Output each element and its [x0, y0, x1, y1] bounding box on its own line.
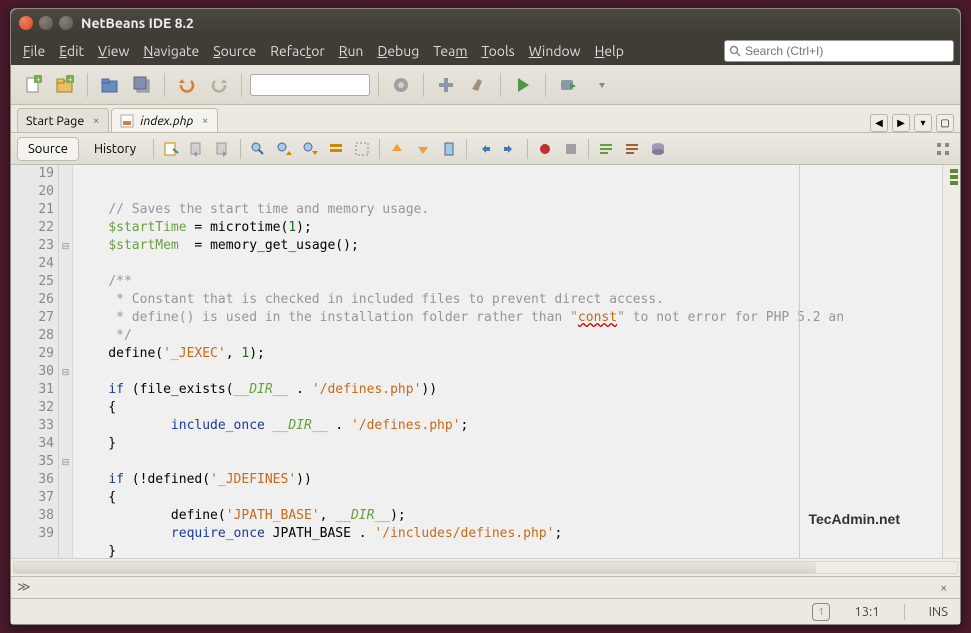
- find-selection-button[interactable]: [247, 138, 269, 160]
- close-tab-icon[interactable]: ×: [90, 115, 102, 127]
- tab-scroll-left-button[interactable]: ◀: [870, 114, 888, 132]
- tab-scroll-right-button[interactable]: ▶: [892, 114, 910, 132]
- app-title: NetBeans IDE 8.2: [81, 15, 194, 31]
- comment-button[interactable]: [595, 138, 617, 160]
- macro-stop-button[interactable]: [560, 138, 582, 160]
- breadcrumb-icon[interactable]: ≫: [17, 580, 31, 595]
- insert-mode[interactable]: INS: [929, 605, 948, 619]
- right-margin-line: [799, 165, 800, 558]
- menu-edit[interactable]: Edit: [53, 39, 90, 63]
- app-window: NetBeans IDE 8.2 File Edit View Navigate…: [10, 8, 961, 625]
- source-view-tab[interactable]: Source: [17, 137, 79, 161]
- toggle-bookmark-button[interactable]: [438, 138, 460, 160]
- menu-file[interactable]: File: [17, 39, 51, 63]
- fold-gutter[interactable]: ⊟⊟⊟: [59, 165, 73, 558]
- config-combo[interactable]: [250, 74, 370, 96]
- menu-refactor[interactable]: Refactor: [264, 39, 330, 63]
- titlebar: NetBeans IDE 8.2: [11, 9, 960, 37]
- horizontal-scroll-row: [11, 558, 960, 576]
- editor-area: 1920212223242526272829303132333435363738…: [11, 165, 960, 558]
- shift-left-button[interactable]: [473, 138, 495, 160]
- scrollbar-thumb[interactable]: [14, 562, 816, 573]
- code-editor[interactable]: // Saves the start time and memory usage…: [73, 165, 960, 558]
- tab-label: index.php: [140, 114, 193, 128]
- tab-maximize-button[interactable]: ▢: [936, 114, 954, 132]
- profile-project-button[interactable]: [588, 71, 616, 99]
- menu-source[interactable]: Source: [207, 39, 262, 63]
- uncomment-button[interactable]: [621, 138, 643, 160]
- menu-navigate[interactable]: Navigate: [137, 39, 205, 63]
- new-project-button[interactable]: +: [51, 71, 79, 99]
- menu-debug[interactable]: Debug: [371, 39, 425, 63]
- build-button[interactable]: [387, 71, 415, 99]
- find-next-button[interactable]: [299, 138, 321, 160]
- go-to-type-button[interactable]: [647, 138, 669, 160]
- close-tab-icon[interactable]: ×: [199, 115, 211, 127]
- maximize-window-button[interactable]: [59, 16, 73, 30]
- search-icon: [729, 45, 741, 57]
- tab-list-button[interactable]: ▾: [914, 114, 932, 132]
- tab-label: Start Page: [26, 114, 84, 128]
- watermark-text: TecAdmin.net: [808, 510, 900, 528]
- editor-options-button[interactable]: [932, 138, 954, 160]
- tab-index-php[interactable]: index.php ×: [111, 108, 218, 132]
- menu-tools[interactable]: Tools: [475, 39, 520, 63]
- horizontal-scrollbar[interactable]: [13, 561, 958, 574]
- minimize-window-button[interactable]: [39, 16, 53, 30]
- php-file-icon: [120, 114, 134, 128]
- file-tabs: Start Page × index.php × ◀ ▶ ▾ ▢: [11, 105, 960, 133]
- redo-button[interactable]: [205, 71, 233, 99]
- breadcrumb-bar: ≫ ×: [11, 576, 960, 598]
- vertical-scrollbar[interactable]: [942, 165, 960, 558]
- statusbar: 1 13:1 INS: [11, 598, 960, 624]
- macro-record-button[interactable]: [534, 138, 556, 160]
- next-bookmark-button[interactable]: [412, 138, 434, 160]
- debug-project-button[interactable]: [554, 71, 582, 99]
- run-project-button[interactable]: [509, 71, 537, 99]
- editor-toolbar: Source History: [11, 133, 960, 165]
- window-controls: [19, 16, 73, 30]
- back-button[interactable]: [186, 138, 208, 160]
- breadcrumb-close-icon[interactable]: ×: [940, 581, 954, 595]
- menu-window[interactable]: Window: [523, 39, 587, 63]
- notification-icon[interactable]: 1: [812, 603, 830, 621]
- toggle-rectangular-button[interactable]: [351, 138, 373, 160]
- tab-start-page[interactable]: Start Page ×: [17, 108, 109, 132]
- shift-right-button[interactable]: [499, 138, 521, 160]
- undo-button[interactable]: [173, 71, 201, 99]
- open-project-button[interactable]: [96, 71, 124, 99]
- menu-team[interactable]: Team: [427, 39, 473, 63]
- new-file-button[interactable]: +: [19, 71, 47, 99]
- prev-bookmark-button[interactable]: [386, 138, 408, 160]
- last-edit-button[interactable]: [160, 138, 182, 160]
- menu-view[interactable]: View: [92, 39, 135, 63]
- menu-help[interactable]: Help: [589, 39, 630, 63]
- forward-button[interactable]: [212, 138, 234, 160]
- clean-build-button[interactable]: [432, 71, 460, 99]
- close-window-button[interactable]: [19, 16, 33, 30]
- clean-button[interactable]: [464, 71, 492, 99]
- find-prev-button[interactable]: [273, 138, 295, 160]
- save-all-button[interactable]: [128, 71, 156, 99]
- history-view-tab[interactable]: History: [83, 137, 147, 161]
- cursor-position[interactable]: 13:1: [854, 605, 879, 619]
- svg-text:+: +: [36, 75, 41, 84]
- line-number-gutter[interactable]: 1920212223242526272829303132333435363738…: [11, 165, 59, 558]
- menubar: File Edit View Navigate Source Refactor …: [11, 37, 960, 65]
- search-input[interactable]: [745, 44, 949, 58]
- tab-navigation: ◀ ▶ ▾ ▢: [870, 114, 954, 132]
- main-toolbar: + +: [11, 65, 960, 105]
- global-search[interactable]: [724, 40, 954, 62]
- toggle-highlight-button[interactable]: [325, 138, 347, 160]
- svg-text:+: +: [68, 75, 73, 84]
- menu-run[interactable]: Run: [333, 39, 370, 63]
